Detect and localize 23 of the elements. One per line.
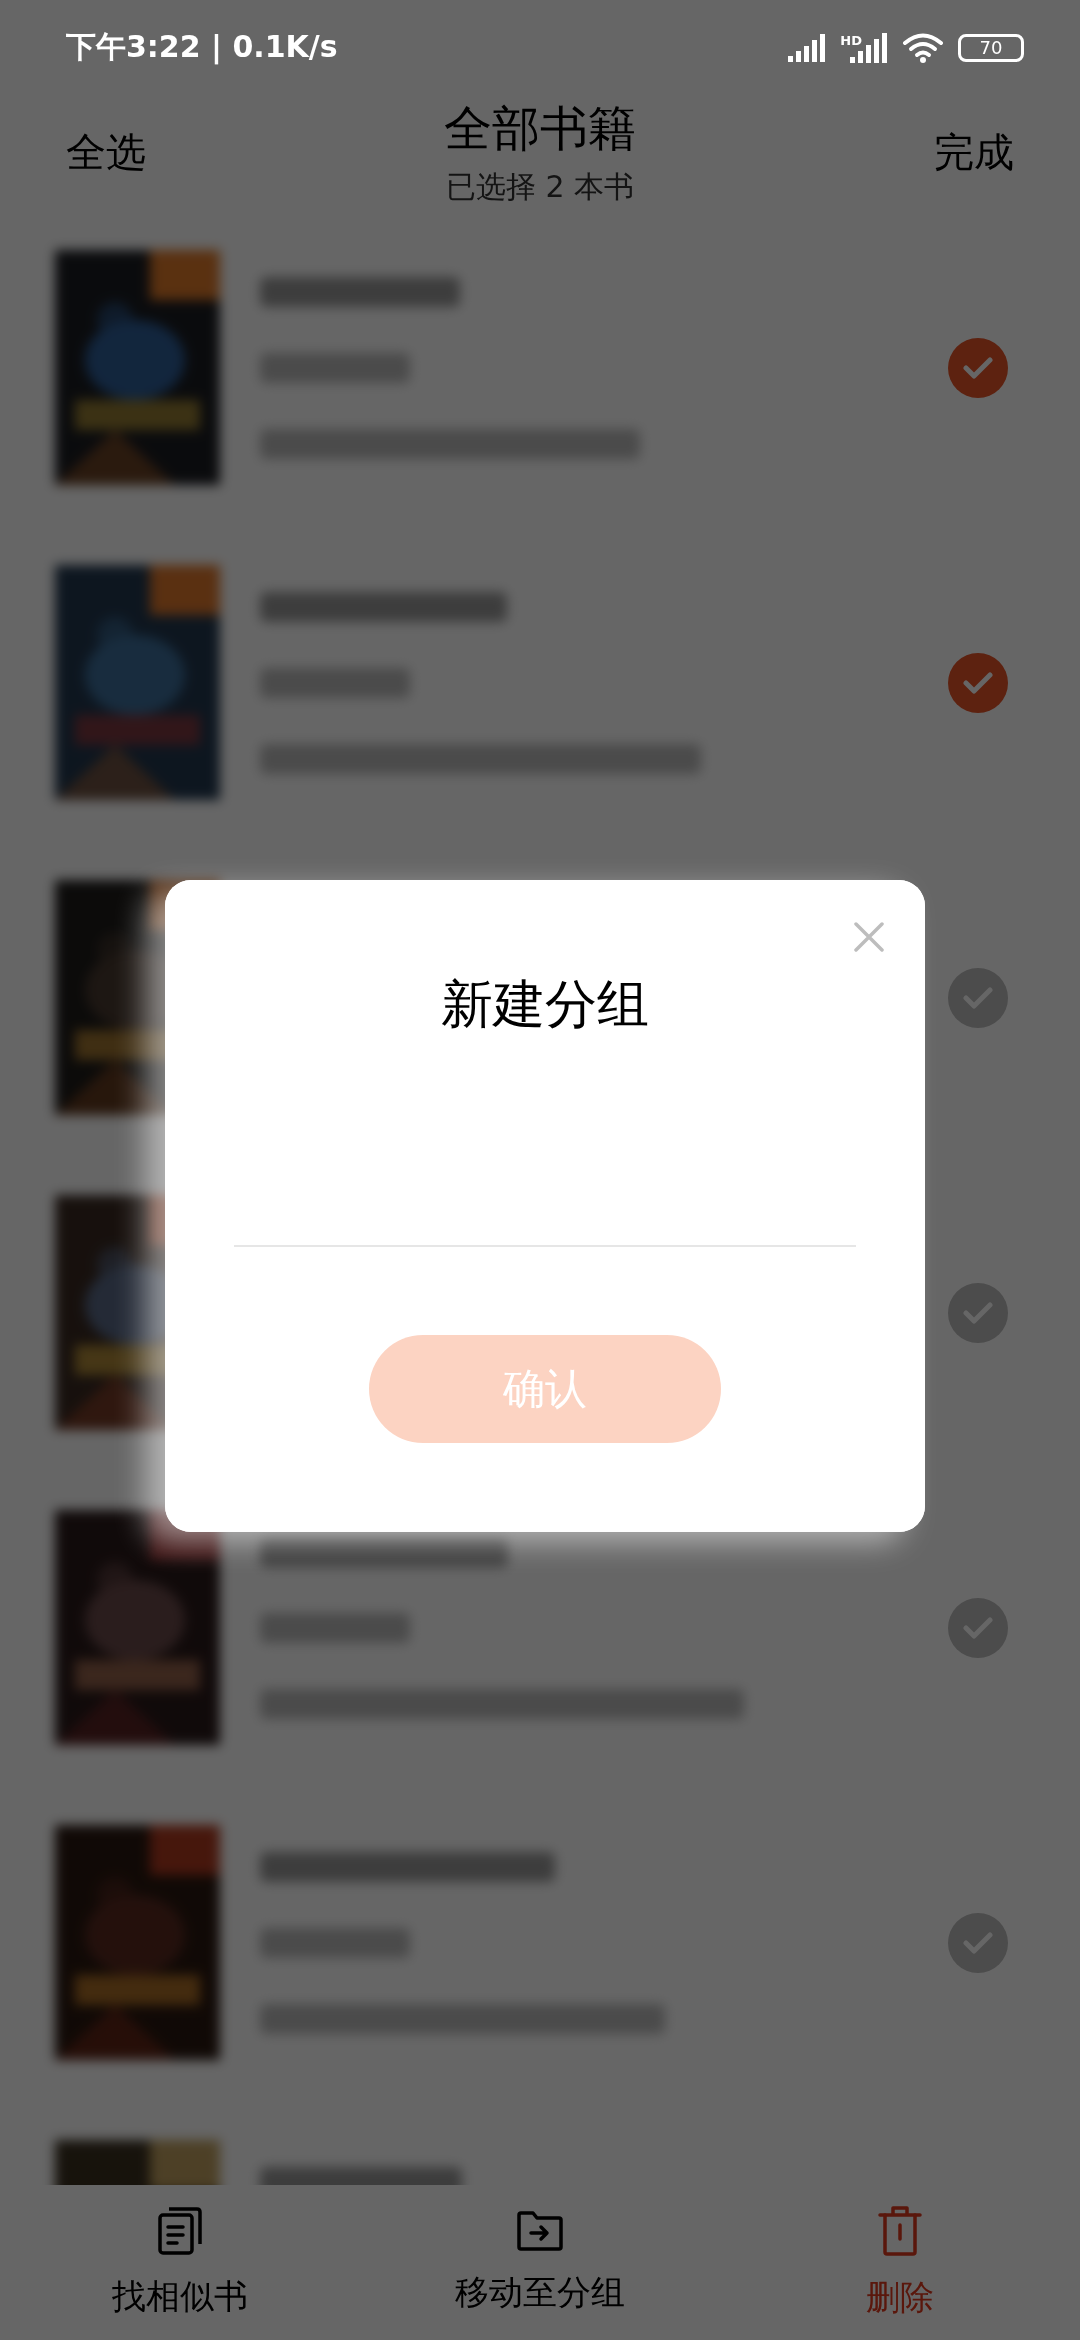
signal-icon	[788, 33, 827, 62]
select-all-button[interactable]: 全选	[66, 125, 146, 180]
check-icon	[963, 1930, 993, 1955]
check-icon	[963, 985, 993, 1010]
check-icon	[963, 355, 993, 380]
status-time: 下午3:22 | 0.1K/s	[66, 28, 338, 67]
network-label: HD	[840, 32, 862, 48]
done-button[interactable]: 完成	[934, 125, 1014, 180]
toolbar-button[interactable]: 删除	[720, 2185, 1080, 2340]
check-icon	[963, 1300, 993, 1325]
selection-count: 已选择 2 本书	[445, 168, 635, 206]
page-title: 全部书籍	[444, 99, 636, 158]
wifi-icon	[902, 31, 944, 64]
toolbar-button[interactable]: 移动至分组	[360, 2185, 720, 2340]
trash-icon	[877, 2204, 923, 2257]
close-icon[interactable]	[854, 922, 884, 952]
check-icon	[963, 1615, 993, 1640]
toolbar-button[interactable]: 找相似书	[0, 2185, 360, 2340]
battery-icon: 70	[958, 33, 1024, 62]
documents-icon	[157, 2205, 203, 2256]
folder-arrow-icon	[516, 2209, 564, 2252]
dialog-title: 新建分组	[441, 973, 649, 1036]
check-icon	[963, 670, 993, 695]
